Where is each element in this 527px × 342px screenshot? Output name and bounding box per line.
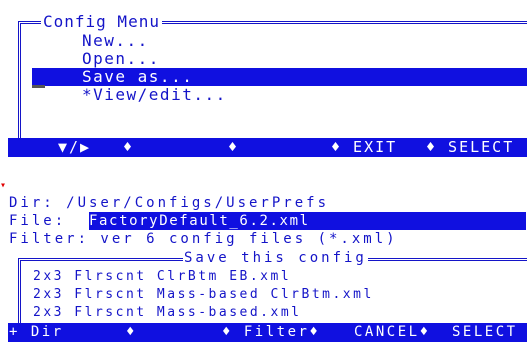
- menu-item-new[interactable]: New...: [82, 32, 149, 50]
- filter-line[interactable]: Filter: ver 6 config files (*.xml): [9, 230, 398, 248]
- select-key[interactable]: ♦ SELECT: [426, 138, 514, 157]
- file-name-field[interactable]: FactoryDefault_6.2.xml: [89, 212, 526, 230]
- file-list-item[interactable]: 2x3 Flrscnt Mass-based ClrBtm.xml: [33, 286, 374, 304]
- dir-path: Dir: /User/Configs/UserPrefs: [9, 195, 330, 211]
- nav-keys[interactable]: ▼/▶: [58, 138, 91, 157]
- config-menu-panel: Config Menu New... Open... Save as... *V…: [8, 12, 527, 157]
- file-list-item[interactable]: 2x3 Flrscnt ClrBtm EB.xml: [33, 268, 291, 286]
- exit-key[interactable]: ♦ EXIT: [331, 138, 397, 157]
- text-cursor: [32, 85, 45, 88]
- filter-key[interactable]: ♦ Filter♦: [222, 323, 320, 342]
- file-list-item[interactable]: 2x3 Flrscnt Mass-based.xml: [33, 304, 302, 322]
- diamond-icon: ♦: [228, 138, 240, 156]
- dialog-key-bar: + Dir ♦ ♦ Filter♦ CANCEL♦ SELECT: [8, 323, 527, 342]
- file-dialog-panel: Dir: /User/Configs/UserPrefs File: Facto…: [8, 194, 527, 342]
- select-key[interactable]: SELECT: [452, 323, 518, 342]
- file-list-title: Save this config: [183, 249, 368, 267]
- menu-item-save-as[interactable]: Save as...: [82, 68, 193, 86]
- menu-key-bar: ▼/▶ ♦ ♦ ♦ EXIT ♦ SELECT: [8, 138, 527, 157]
- plus-dir-key[interactable]: + Dir: [9, 323, 64, 342]
- file-label: File:: [9, 213, 67, 229]
- menu-item-open[interactable]: Open...: [82, 50, 160, 68]
- file-name-value: FactoryDefault_6.2.xml: [89, 213, 310, 229]
- diamond-icon: ♦: [123, 138, 135, 156]
- menu-title: Config Menu: [41, 12, 162, 31]
- diamond-icon: ♦: [126, 324, 137, 340]
- marker-icon: ▾: [0, 180, 7, 191]
- cancel-key[interactable]: CANCEL♦: [354, 323, 431, 342]
- menu-item-view-edit[interactable]: *View/edit...: [82, 86, 227, 104]
